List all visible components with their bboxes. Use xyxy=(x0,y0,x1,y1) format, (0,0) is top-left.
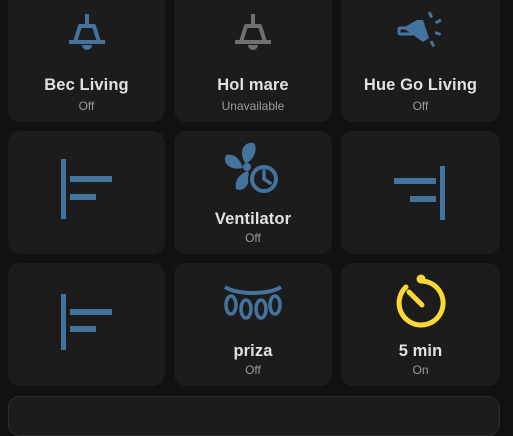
tile-state: Off xyxy=(245,363,261,377)
tile-hol-mare[interactable]: Hol mare Unavailable xyxy=(174,0,332,122)
tile-name: Ventilator xyxy=(214,210,292,228)
tile-hue-go-living[interactable]: Hue Go Living Off xyxy=(341,0,500,122)
tile-priza[interactable]: priza Off xyxy=(174,263,332,386)
hue-go-lamp-icon xyxy=(397,11,442,48)
bottom-card xyxy=(8,396,500,436)
align-left-icon xyxy=(60,159,112,219)
tile-ventilator[interactable]: Ventilator Off xyxy=(174,131,332,254)
ceiling-light-icon xyxy=(68,14,105,50)
tile-align-left[interactable] xyxy=(8,263,165,386)
tile-name: priza xyxy=(233,342,273,360)
tile-name: Hol mare xyxy=(217,76,289,94)
tile-name: Hue Go Living xyxy=(363,76,478,94)
tile-state: Off xyxy=(412,99,429,113)
tile-state: Off xyxy=(78,99,95,113)
tile-5-min[interactable]: 5 min On xyxy=(341,263,500,386)
tile-name: 5 min xyxy=(398,342,443,360)
chandelier-icon xyxy=(223,285,283,320)
tile-align-left[interactable] xyxy=(8,131,165,254)
tile-bec-living[interactable]: Bec Living Off xyxy=(8,0,165,122)
tile-name: Bec Living xyxy=(44,76,129,94)
fan-clock-icon xyxy=(224,142,280,195)
tile-state: On xyxy=(412,363,429,377)
ceiling-light-icon xyxy=(235,14,271,50)
tile-state: Off xyxy=(245,231,261,245)
align-left-icon xyxy=(60,294,112,350)
tile-align-right[interactable] xyxy=(341,131,500,254)
tile-state: Unavailable xyxy=(221,99,285,113)
align-right-icon xyxy=(393,166,445,220)
timer-icon xyxy=(396,274,446,328)
